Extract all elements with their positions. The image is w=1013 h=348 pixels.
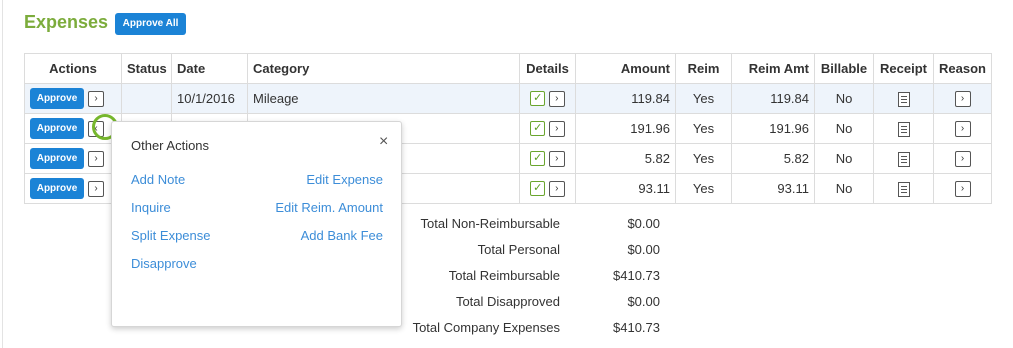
page-title: Expenses	[24, 12, 109, 32]
col-actions: Actions	[24, 53, 122, 84]
reim-cell: Yes	[675, 143, 732, 174]
receipt-cell	[873, 173, 934, 204]
edit-reim-amount-link[interactable]: Edit Reim. Amount	[275, 200, 383, 215]
reim-amt-cell: 93.11	[731, 173, 815, 204]
col-reim-amt[interactable]: Reim Amt	[731, 53, 815, 84]
billable-cell: No	[814, 173, 874, 204]
col-date[interactable]: Date	[171, 53, 248, 84]
close-icon[interactable]: ×	[379, 133, 388, 151]
billable-cell: No	[814, 83, 874, 114]
reim-cell: Yes	[675, 113, 732, 144]
total-value: $0.00	[627, 294, 660, 309]
total-row: Total Personal $0.00	[380, 242, 660, 262]
chevron-right-icon[interactable]: ›	[954, 120, 971, 137]
reason-cell: ›	[933, 173, 992, 204]
chevron-right-icon[interactable]: ›	[548, 180, 565, 197]
reim-amt-cell: 5.82	[731, 143, 815, 174]
total-label: Total Disapproved	[455, 294, 560, 309]
inquire-link[interactable]: Inquire	[131, 200, 171, 215]
edit-expense-link[interactable]: Edit Expense	[306, 172, 383, 187]
total-label: Total Company Expenses	[412, 320, 560, 335]
reason-cell: ›	[933, 113, 992, 144]
disapprove-link[interactable]: Disapprove	[131, 256, 197, 271]
amount-cell: 191.96	[575, 113, 676, 144]
total-label: Total Personal	[477, 242, 560, 257]
total-row: Total Company Expenses $410.73	[380, 320, 660, 340]
col-category[interactable]: Category	[247, 53, 520, 84]
col-amount[interactable]: Amount	[575, 53, 676, 84]
chevron-right-icon[interactable]: ›	[88, 90, 104, 107]
chevron-right-icon[interactable]: ›	[954, 90, 971, 107]
chevron-right-icon[interactable]: ›	[88, 180, 104, 197]
add-note-link[interactable]: Add Note	[131, 172, 185, 187]
checkbox-checked-icon[interactable]: ✓	[530, 181, 546, 197]
col-reason: Reason	[933, 53, 992, 84]
col-reim[interactable]: Reim	[675, 53, 732, 84]
chevron-right-icon[interactable]: ›	[548, 90, 565, 107]
reim-amt-cell: 119.84	[731, 83, 815, 114]
receipt-icon[interactable]	[897, 181, 910, 197]
details-cell: ✓ ›	[519, 83, 576, 114]
amount-cell: 119.84	[575, 83, 676, 114]
total-value: $0.00	[627, 216, 660, 231]
details-cell: ✓ ›	[519, 173, 576, 204]
col-details: Details	[519, 53, 576, 84]
other-actions-popup: Other Actions × Add Note Inquire Split E…	[111, 121, 402, 327]
billable-cell: No	[814, 113, 874, 144]
chevron-right-icon[interactable]: ›	[954, 150, 971, 167]
chevron-right-icon[interactable]: ›	[954, 180, 971, 197]
billable-cell: No	[814, 143, 874, 174]
total-value: $0.00	[627, 242, 660, 257]
popup-title: Other Actions	[131, 138, 210, 153]
amount-cell: 5.82	[575, 143, 676, 174]
reason-cell: ›	[933, 83, 992, 114]
receipt-icon[interactable]	[897, 91, 910, 107]
total-value: $410.73	[613, 320, 660, 335]
total-label: Total Non-Reimbursable	[420, 216, 560, 231]
col-receipt: Receipt	[873, 53, 934, 84]
amount-cell: 93.11	[575, 173, 676, 204]
checkbox-checked-icon[interactable]: ✓	[530, 121, 546, 137]
chevron-right-icon[interactable]: ›	[548, 120, 565, 137]
reim-cell: Yes	[675, 83, 732, 114]
receipt-cell	[873, 113, 934, 144]
details-cell: ✓ ›	[519, 143, 576, 174]
page-left-border	[2, 0, 3, 348]
total-value: $410.73	[613, 268, 660, 283]
approve-button[interactable]: Approve	[30, 148, 84, 169]
total-row: Total Reimbursable $410.73	[380, 268, 660, 288]
total-row: Total Disapproved $0.00	[380, 294, 660, 314]
reim-cell: Yes	[675, 173, 732, 204]
table-row[interactable]: Approve › 10/1/2016 Mileage ✓ › 119.84 Ye…	[24, 83, 992, 114]
reim-amt-cell: 191.96	[731, 113, 815, 144]
add-bank-fee-link[interactable]: Add Bank Fee	[301, 228, 383, 243]
actions-cell: Approve ›	[24, 173, 122, 204]
total-row: Total Non-Reimbursable $0.00	[380, 216, 660, 236]
approve-button[interactable]: Approve	[30, 118, 84, 139]
checkbox-checked-icon[interactable]: ✓	[530, 91, 546, 107]
date-cell: 10/1/2016	[171, 83, 248, 114]
total-label: Total Reimbursable	[448, 268, 560, 283]
receipt-cell	[873, 83, 934, 114]
approve-button[interactable]: Approve	[30, 88, 84, 109]
chevron-right-icon[interactable]: ›	[88, 150, 104, 167]
col-status[interactable]: Status	[121, 53, 172, 84]
receipt-cell	[873, 143, 934, 174]
category-cell: Mileage	[247, 83, 520, 114]
approve-all-button[interactable]: Approve All	[115, 13, 186, 35]
status-cell	[121, 83, 172, 114]
chevron-right-icon[interactable]: ›	[548, 150, 565, 167]
actions-cell: Approve ›	[24, 83, 122, 114]
approve-button[interactable]: Approve	[30, 178, 84, 199]
checkbox-checked-icon[interactable]: ✓	[530, 151, 546, 167]
details-cell: ✓ ›	[519, 113, 576, 144]
split-expense-link[interactable]: Split Expense	[131, 228, 211, 243]
reason-cell: ›	[933, 143, 992, 174]
col-billable[interactable]: Billable	[814, 53, 874, 84]
receipt-icon[interactable]	[897, 121, 910, 137]
table-header-row: Actions Status Date Category Details Amo…	[24, 53, 992, 84]
receipt-icon[interactable]	[897, 151, 910, 167]
actions-cell: Approve ›	[24, 143, 122, 174]
